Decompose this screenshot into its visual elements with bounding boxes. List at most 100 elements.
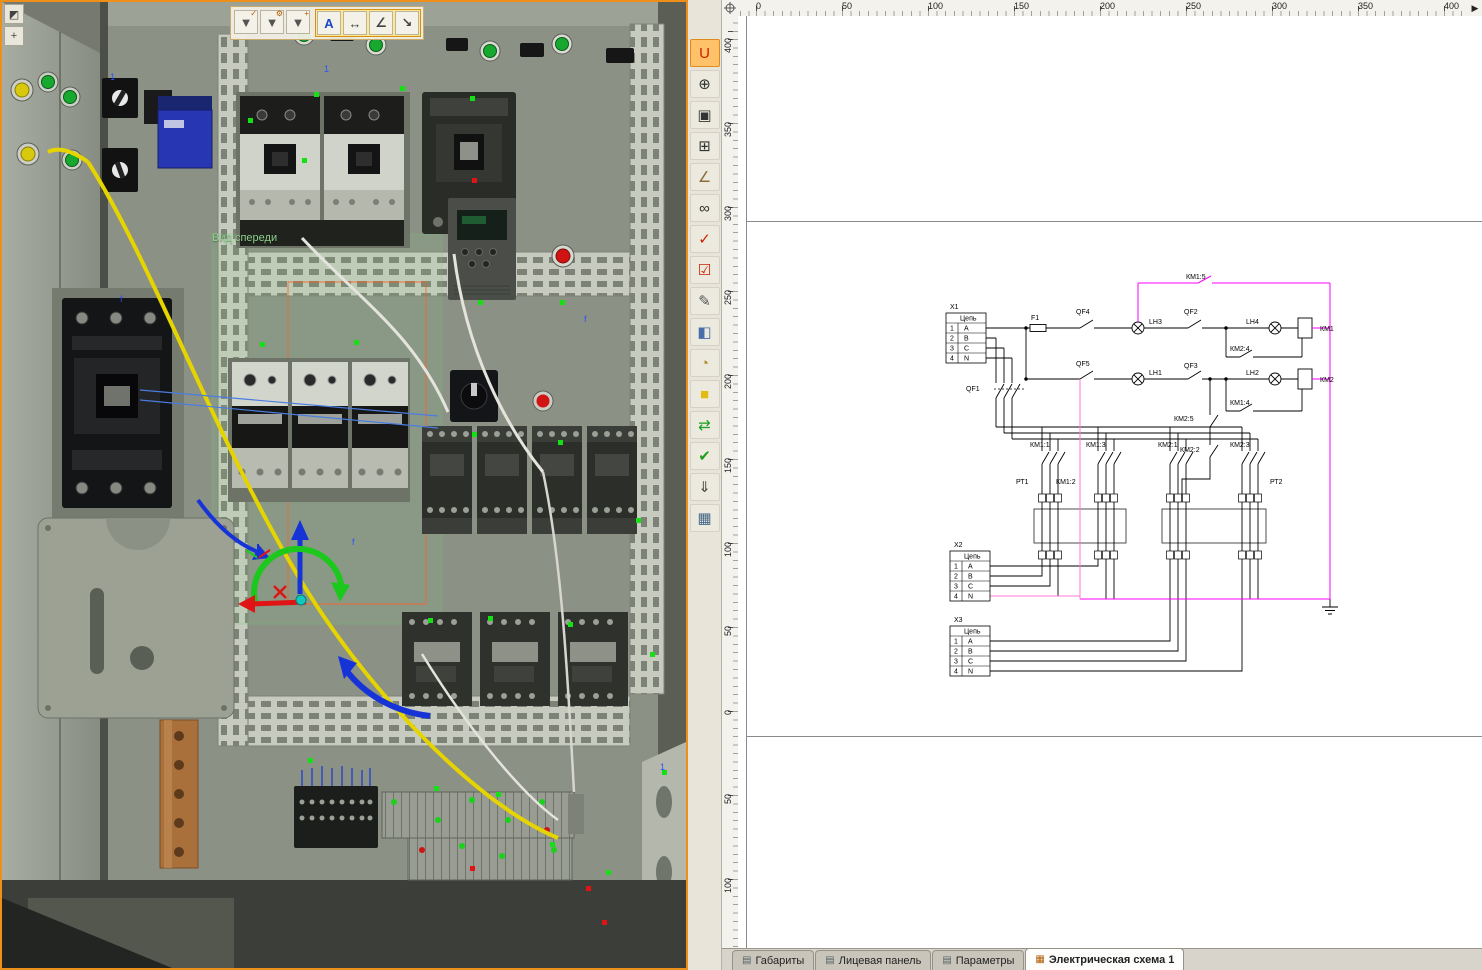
terminal-text: N bbox=[968, 594, 973, 601]
ruler-scroll-arrow[interactable]: ▶ bbox=[1468, 0, 1482, 17]
ruler-label: 0 bbox=[756, 1, 761, 11]
view-glasses-icon[interactable]: ∞ bbox=[690, 194, 720, 222]
blue-relay[interactable] bbox=[158, 96, 212, 168]
toolbar-group: A↔∠↘ bbox=[315, 9, 421, 37]
filter-settings-icon[interactable]: ▼⚙ bbox=[260, 10, 284, 34]
main-breaker[interactable] bbox=[52, 288, 184, 522]
svg-text:1: 1 bbox=[324, 64, 329, 74]
component-label: F1 bbox=[1031, 315, 1039, 322]
ruler-label: 0 bbox=[723, 710, 733, 715]
solid-body-icon[interactable]: ■ bbox=[690, 380, 720, 408]
lower-contactors[interactable] bbox=[402, 612, 628, 706]
measure-angle-icon[interactable]: ∠ bbox=[690, 163, 720, 191]
3d-viewport[interactable]: 11ff1f ◩+ ▼✓▼⚙▼+A↔∠↘ Вид спереди bbox=[0, 0, 688, 970]
component-label: X1 bbox=[950, 304, 959, 311]
terminal-text: N bbox=[964, 356, 969, 363]
component-label: КМ1:3 bbox=[1086, 442, 1106, 449]
component-label: X3 bbox=[954, 617, 963, 624]
sheet-tab-label: Параметры bbox=[956, 955, 1015, 967]
sheet-tab-label: Габариты bbox=[755, 955, 804, 967]
sheet-tab-icon: ▤ bbox=[742, 955, 751, 966]
sheet-tab-icon: ▤ bbox=[825, 955, 834, 966]
electrical-schematic[interactable]: Цепь1A2B3C4NЦепь1A2B3C4NЦепь1A2B3C4N X1F… bbox=[930, 269, 1375, 689]
terminal-tables: Цепь1A2B3C4NЦепь1A2B3C4NЦепь1A2B3C4N bbox=[946, 313, 990, 676]
component-label: КМ2:3 bbox=[1230, 442, 1250, 449]
ruler-label: 50 bbox=[723, 626, 733, 636]
sheet-border-bottom bbox=[746, 736, 1482, 737]
filter-check-icon[interactable]: ▼✓ bbox=[234, 10, 258, 34]
angle-tool-icon[interactable]: ∠ bbox=[369, 11, 393, 35]
view-orientation-icon[interactable]: ◩ bbox=[4, 4, 24, 24]
edit-pencil-icon[interactable]: ✎ bbox=[690, 287, 720, 315]
ruler-origin-icon[interactable] bbox=[722, 0, 739, 17]
ruler-label: 350 bbox=[1358, 1, 1373, 11]
application-window: 11ff1f ◩+ ▼✓▼⚙▼+A↔∠↘ Вид спереди U⊕▣⊞∠∞✓… bbox=[0, 0, 1482, 970]
component-label: РТ2 bbox=[1270, 479, 1283, 486]
sheet-tab[interactable]: ▤Параметры bbox=[932, 950, 1024, 970]
sheet-tab-label: Лицевая панель bbox=[839, 955, 922, 967]
ruler-label: 100 bbox=[723, 878, 733, 893]
sheet-tab[interactable]: ▤ Лицевая панель bbox=[815, 950, 931, 970]
ruler-label: 350 bbox=[723, 122, 733, 137]
magnet-snap-icon[interactable]: U bbox=[690, 39, 720, 67]
red-button[interactable] bbox=[552, 245, 574, 267]
terminal-text: 4 bbox=[950, 356, 954, 363]
component-label: LH3 bbox=[1149, 319, 1162, 326]
terminal-text: 2 bbox=[954, 574, 958, 581]
sheet-border-top bbox=[746, 221, 1482, 222]
cover-plate[interactable] bbox=[38, 518, 234, 718]
schematic-symbols bbox=[1025, 318, 1312, 543]
terminal-text: Цепь bbox=[964, 629, 981, 636]
component-label: КМ2:1 bbox=[1158, 442, 1178, 449]
terminal-text: B bbox=[968, 574, 973, 581]
filter-add-icon[interactable]: ▼+ bbox=[286, 10, 310, 34]
ruler-vertical[interactable]: 40035030025020015010050050100 bbox=[722, 16, 739, 948]
terminal-text: 3 bbox=[954, 584, 958, 591]
ruler-label: 400 bbox=[723, 38, 733, 53]
dimension-tool-icon[interactable]: ↔ bbox=[343, 11, 367, 35]
floating-toolbar: ▼✓▼⚙▼+A↔∠↘ bbox=[230, 6, 424, 40]
mid-starters[interactable] bbox=[228, 358, 410, 502]
motor-breakers[interactable] bbox=[236, 92, 410, 248]
red-indicator[interactable] bbox=[533, 391, 553, 411]
component-label: QF2 bbox=[1184, 309, 1198, 316]
component-label: LH1 bbox=[1149, 370, 1162, 377]
ruler-label: 100 bbox=[723, 542, 733, 557]
leader-tool-icon[interactable]: ↘ bbox=[395, 11, 419, 35]
terminal-text: Цепь bbox=[964, 554, 981, 561]
sphere-section-icon[interactable]: ◔ bbox=[690, 349, 720, 377]
ruler-horizontal[interactable]: 050100150200250300350400 bbox=[738, 0, 1468, 17]
preview-icon[interactable]: ▦ bbox=[690, 504, 720, 532]
check-mark-icon[interactable]: ✓ bbox=[690, 225, 720, 253]
svg-text:1: 1 bbox=[110, 72, 115, 82]
zoom-fit-icon[interactable]: ⊞ bbox=[690, 132, 720, 160]
view-orientation-label: Вид спереди bbox=[212, 232, 277, 244]
ruler-label: 300 bbox=[1272, 1, 1287, 11]
zoom-window-icon[interactable]: ▣ bbox=[690, 101, 720, 129]
component-label: КМ2:5 bbox=[1174, 416, 1194, 423]
terminal-text: Цепь bbox=[960, 316, 977, 323]
sheet-tab[interactable]: ▦Электрическая схема 1 bbox=[1025, 948, 1184, 970]
cube-view-icon[interactable]: ◧ bbox=[690, 318, 720, 346]
terminal-text: A bbox=[964, 326, 969, 333]
cam-switch[interactable] bbox=[450, 370, 498, 422]
zoom-in-icon[interactable]: ⊕ bbox=[690, 70, 720, 98]
ruler-label: 300 bbox=[723, 206, 733, 221]
coordinate-axes-icon[interactable]: + bbox=[4, 26, 24, 46]
rebuild-icon[interactable]: ⇄ bbox=[690, 411, 720, 439]
sheet-tabs: ▤ Габариты ▤ Лицевая панель ▤Параметры▦Элект… bbox=[722, 948, 1482, 970]
text-tool-icon[interactable]: A bbox=[317, 11, 341, 35]
relay-terminal-pads bbox=[1039, 494, 1262, 559]
component-label: КМ2 bbox=[1320, 377, 1334, 384]
approve-icon[interactable]: ✔ bbox=[690, 442, 720, 470]
terminal-text: A bbox=[968, 564, 973, 571]
export-icon[interactable]: ⇓ bbox=[690, 473, 720, 501]
check-document-icon[interactable]: ☑ bbox=[690, 256, 720, 284]
component-label: РТ1 bbox=[1016, 479, 1029, 486]
copper-busbar[interactable] bbox=[160, 720, 198, 868]
component-label: QF4 bbox=[1076, 309, 1090, 316]
sheet-tab[interactable]: ▤ Габариты bbox=[732, 950, 814, 970]
drawing-canvas[interactable]: Цепь1A2B3C4NЦепь1A2B3C4NЦепь1A2B3C4N X1F… bbox=[738, 16, 1482, 948]
terminal-text: 1 bbox=[950, 326, 954, 333]
component-label: КМ1:5 bbox=[1186, 274, 1206, 281]
